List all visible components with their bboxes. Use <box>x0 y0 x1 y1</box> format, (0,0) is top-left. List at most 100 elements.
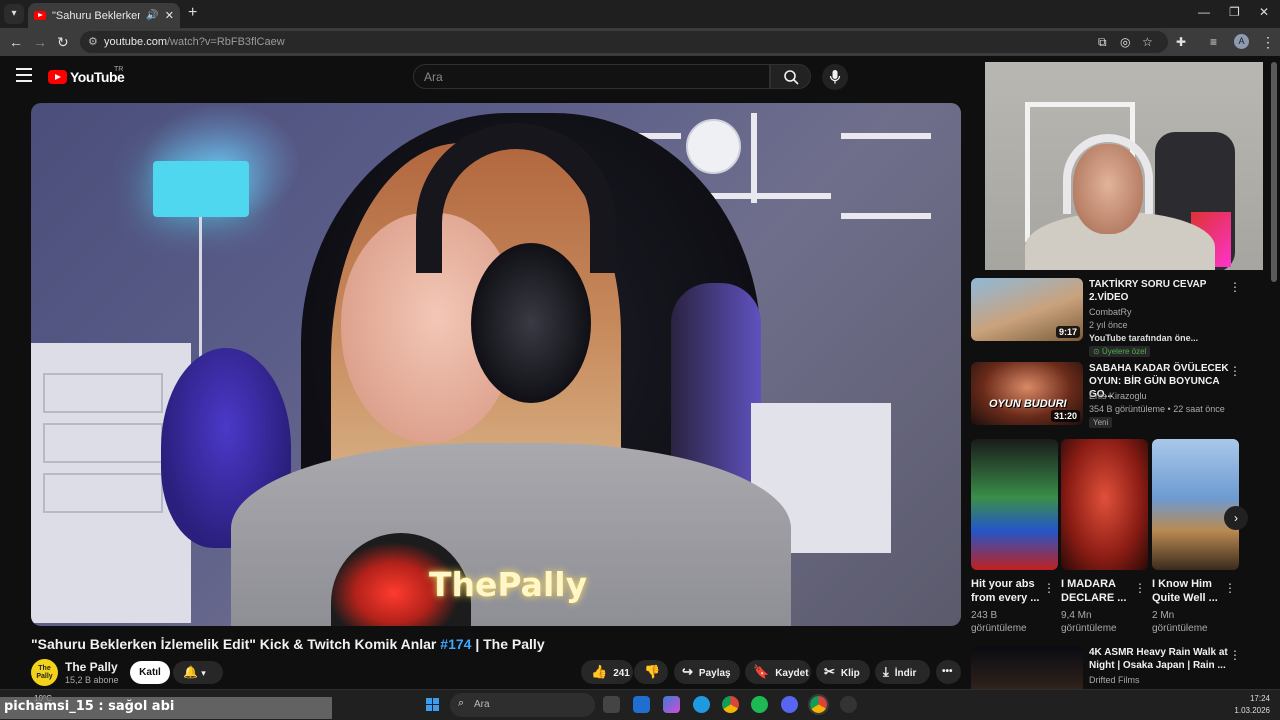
copilot-icon[interactable] <box>663 696 680 713</box>
browser-menu-icon[interactable]: ⋮ <box>1261 34 1275 50</box>
chevron-right-icon[interactable]: › <box>1224 506 1248 530</box>
youtube-logo[interactable]: YouTube TR <box>48 66 125 85</box>
profile-avatar[interactable]: A <box>1234 34 1249 49</box>
download-icon: ⤓ <box>883 664 889 679</box>
forward-icon[interactable]: → <box>33 34 47 50</box>
recommendation-thumbnail[interactable]: OYUN BUDURI 31:20 <box>971 362 1083 425</box>
more-actions-button[interactable]: ••• <box>936 660 961 684</box>
notification-bell-button[interactable]: 🔔 ▾ <box>173 661 223 684</box>
recommendation-item[interactable]: 9:17 TAKTİKRY SORU CEVAP 2.VİDEO CombatR… <box>971 278 1251 358</box>
scissors-icon: ✂ <box>824 664 835 679</box>
channel-avatar[interactable]: The Pally <box>31 659 58 686</box>
minimize-icon[interactable]: — <box>1198 5 1210 19</box>
chat-message-text: pichamsi_15 : sağol abi <box>4 699 175 714</box>
bookmark-star-icon[interactable]: ☆ <box>1142 34 1153 50</box>
download-button[interactable]: ⤓ İndir <box>875 660 930 684</box>
short-thumbnail[interactable] <box>971 439 1058 570</box>
short-views: 2 Mn görüntüleme <box>1152 610 1208 634</box>
share-button[interactable]: ↪ Paylaş <box>674 660 740 684</box>
video-title: "Sahuru Beklerken İzlemelik Edit" Kick &… <box>31 636 545 652</box>
spotify-icon[interactable] <box>751 696 768 713</box>
dresser-drawer <box>43 373 163 413</box>
video-player[interactable]: ThePally <box>31 103 961 626</box>
cast-icon[interactable]: ⧉ <box>1098 34 1107 50</box>
chevron-down-icon: ▾ <box>201 668 206 678</box>
more-vert-icon[interactable]: ⋮ <box>1224 581 1236 595</box>
thumbs-down-icon: 👎 <box>644 664 661 679</box>
system-clock[interactable]: 17:24 1.03.2026 <box>1228 693 1270 717</box>
dislike-button[interactable]: 👎 <box>634 660 668 684</box>
new-tab-icon[interactable]: + <box>188 4 197 22</box>
more-vert-icon[interactable]: ⋮ <box>1043 581 1055 595</box>
taskbar-search[interactable]: ⌕ Ara <box>450 693 595 717</box>
recommendation-channel[interactable]: CombatRy <box>1089 307 1132 317</box>
youtube-favicon-icon <box>34 11 46 20</box>
edge-icon[interactable] <box>693 696 710 713</box>
search-icon <box>783 70 799 85</box>
video-duration: 31:20 <box>1050 410 1080 422</box>
outlook-icon[interactable] <box>633 696 650 713</box>
lamp <box>153 161 249 217</box>
address-bar[interactable]: ⚙ youtube.com/watch?v=RbFB3flCaew <box>80 31 1168 53</box>
url-path: /watch?v=RbFB3flCaew <box>166 36 285 48</box>
short-title[interactable]: Hit your abs from every ... <box>971 577 1043 605</box>
members-only-label: Üyelere özel <box>1101 347 1147 356</box>
short-title[interactable]: I Know Him Quite Well ... <box>1152 577 1224 605</box>
voice-search-button[interactable] <box>822 64 848 90</box>
discord-icon[interactable] <box>781 696 798 713</box>
taskbar-search-label: Ara <box>474 699 490 710</box>
recommendation-item[interactable]: OYUN BUDURI 31:20 SABAHA KADAR ÖVÜLECEK … <box>971 362 1251 442</box>
browser-tab-active[interactable]: "Sahuru Beklerken İzlemeli 🔊 ✕ <box>28 3 180 28</box>
page-scrollbar[interactable] <box>1271 62 1277 282</box>
reload-icon[interactable]: ↻ <box>57 34 69 50</box>
windows-start-icon[interactable] <box>426 698 440 712</box>
media-control-icon[interactable]: ≡ <box>1210 34 1217 50</box>
short-title[interactable]: I MADARA DECLARE ... <box>1061 577 1133 605</box>
site-info-icon[interactable]: ⚙ <box>88 35 98 48</box>
youtube-logo-icon <box>48 70 67 84</box>
clock-time: 17:24 <box>1249 694 1270 703</box>
chrome-active-icon[interactable] <box>808 694 829 715</box>
more-vert-icon[interactable]: ⋮ <box>1229 364 1241 378</box>
video-hashtag[interactable]: #174 <box>440 636 471 652</box>
more-vert-icon[interactable]: ⋮ <box>1134 581 1146 595</box>
window-close-icon[interactable]: ✕ <box>1259 5 1269 19</box>
restore-icon[interactable]: ❐ <box>1229 5 1240 19</box>
subscriber-count: 15,2 B abone <box>65 675 119 685</box>
search-button[interactable] <box>770 64 811 89</box>
download-label: İndir <box>894 668 917 679</box>
clip-button[interactable]: ✂ Klip <box>816 660 870 684</box>
short-thumbnail[interactable] <box>1152 439 1239 570</box>
recommendation-item[interactable]: 4K ASMR Heavy Rain Walk at Night | Osaka… <box>971 646 1251 689</box>
more-vert-icon[interactable]: ⋮ <box>1229 648 1241 662</box>
eye-off-icon[interactable]: ◎ <box>1120 34 1130 50</box>
recommendation-channel[interactable]: Enis Kirazoglu <box>1089 391 1147 401</box>
tab-title: "Sahuru Beklerken İzlemeli <box>52 9 141 22</box>
recommendation-title[interactable]: TAKTİKRY SORU CEVAP 2.VİDEO <box>1089 278 1234 304</box>
recommendation-featured: YouTube tarafından öne... <box>1089 333 1199 343</box>
recommendation-title[interactable]: 4K ASMR Heavy Rain Walk at Night | Osaka… <box>1089 646 1234 672</box>
back-icon[interactable]: ← <box>9 34 23 50</box>
hamburger-menu-icon[interactable] <box>16 68 32 82</box>
more-vert-icon[interactable]: ⋮ <box>1229 280 1241 294</box>
recommendation-thumbnail[interactable]: 9:17 <box>971 278 1083 341</box>
search-input[interactable]: Ara <box>413 64 770 89</box>
recommendation-thumbnail[interactable] <box>971 646 1083 689</box>
join-button[interactable]: Katıl <box>130 661 170 684</box>
recommendation-channel[interactable]: Drifted Films <box>1089 675 1140 685</box>
extensions-icon[interactable]: ✚ <box>1176 34 1186 50</box>
like-button[interactable]: 👍 241 <box>581 660 633 684</box>
short-thumbnail[interactable] <box>1061 439 1148 570</box>
task-view-icon[interactable] <box>603 696 620 713</box>
share-icon: ↪ <box>682 664 693 679</box>
chrome-icon[interactable] <box>722 696 739 713</box>
clock-date: 1.03.2026 <box>1234 706 1270 715</box>
short-views: 9,4 Mn görüntüleme <box>1061 610 1117 634</box>
obs-icon[interactable] <box>840 696 857 713</box>
thumbnail-caption: OYUN BUDURI <box>989 398 1067 410</box>
channel-name[interactable]: The Pally <box>65 660 118 674</box>
save-button[interactable]: 🔖 Kaydet <box>745 660 811 684</box>
tab-search-icon[interactable]: ▾ <box>4 4 24 24</box>
tab-close-icon[interactable]: ✕ <box>165 9 174 22</box>
tab-audio-icon[interactable]: 🔊 <box>146 10 158 21</box>
